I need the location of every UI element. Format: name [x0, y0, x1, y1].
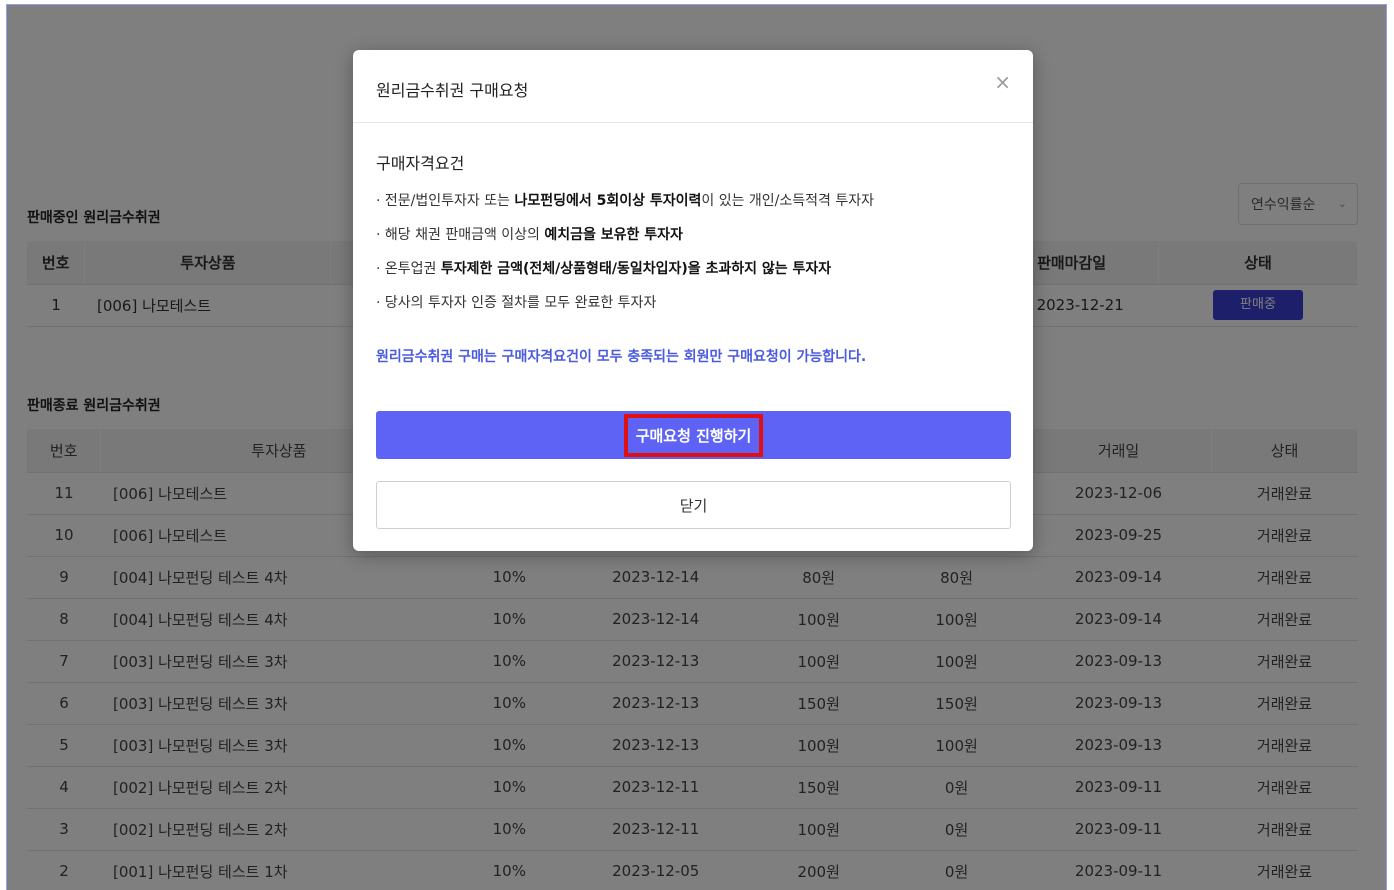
requirement-pre-text: · 전문/법인투자자 또는	[376, 193, 515, 209]
page-content: 판매중인 원리금수취권 연수익률순 ⌄ 번호 투자상품 판매마감일 상태 1 […	[7, 5, 1386, 890]
requirement-post-text: 이 있는 개인/소득적격 투자자	[701, 193, 875, 209]
requirement-bold-text: 예치금을 보유한 투자자	[544, 227, 683, 243]
requirement-bold-text: 나모펀딩에서 5회이상 투자이력	[514, 193, 702, 209]
eligibility-notice: 원리금수취권 구매는 구매자격요건이 모두 충족되는 회원만 구매요청이 가능합…	[376, 349, 867, 365]
requirements-title: 구매자격요건	[376, 154, 465, 173]
modal-title: 원리금수취권 구매요청	[376, 81, 529, 100]
requirement-item: · 온투업권 투자제한 금액(전체/상품형태/동일차입자)을 초과하지 않는 투…	[376, 258, 874, 292]
requirements-list: · 전문/법인투자자 또는 나모펀딩에서 5회이상 투자이력이 있는 개인/소득…	[376, 190, 874, 326]
requirement-pre-text: · 온투업권	[376, 261, 441, 277]
close-icon[interactable]: ×	[994, 70, 1011, 94]
proceed-purchase-button[interactable]: 구매요청 진행하기	[376, 411, 1011, 459]
requirement-bold-text: 투자제한 금액(전체/상품형태/동일차입자)을 초과하지 않는 투자자	[440, 261, 832, 277]
requirement-pre-text: · 당사의 투자자 인증 절차를 모두 완료한 투자자	[376, 295, 657, 311]
requirement-item: · 전문/법인투자자 또는 나모펀딩에서 5회이상 투자이력이 있는 개인/소득…	[376, 190, 874, 224]
requirement-pre-text: · 해당 채권 판매금액 이상의	[376, 227, 545, 243]
page-frame: 판매중인 원리금수취권 연수익률순 ⌄ 번호 투자상품 판매마감일 상태 1 […	[6, 4, 1387, 890]
close-button[interactable]: 닫기	[376, 481, 1011, 529]
proceed-purchase-label: 구매요청 진행하기	[623, 413, 764, 457]
requirement-item: · 해당 채권 판매금액 이상의 예치금을 보유한 투자자	[376, 224, 874, 258]
modal-header: 원리금수취권 구매요청 ×	[353, 50, 1033, 123]
requirement-item: · 당사의 투자자 인증 절차를 모두 완료한 투자자	[376, 292, 874, 326]
purchase-request-modal: 원리금수취권 구매요청 × 구매자격요건 · 전문/법인투자자 또는 나모펀딩에…	[353, 50, 1033, 551]
